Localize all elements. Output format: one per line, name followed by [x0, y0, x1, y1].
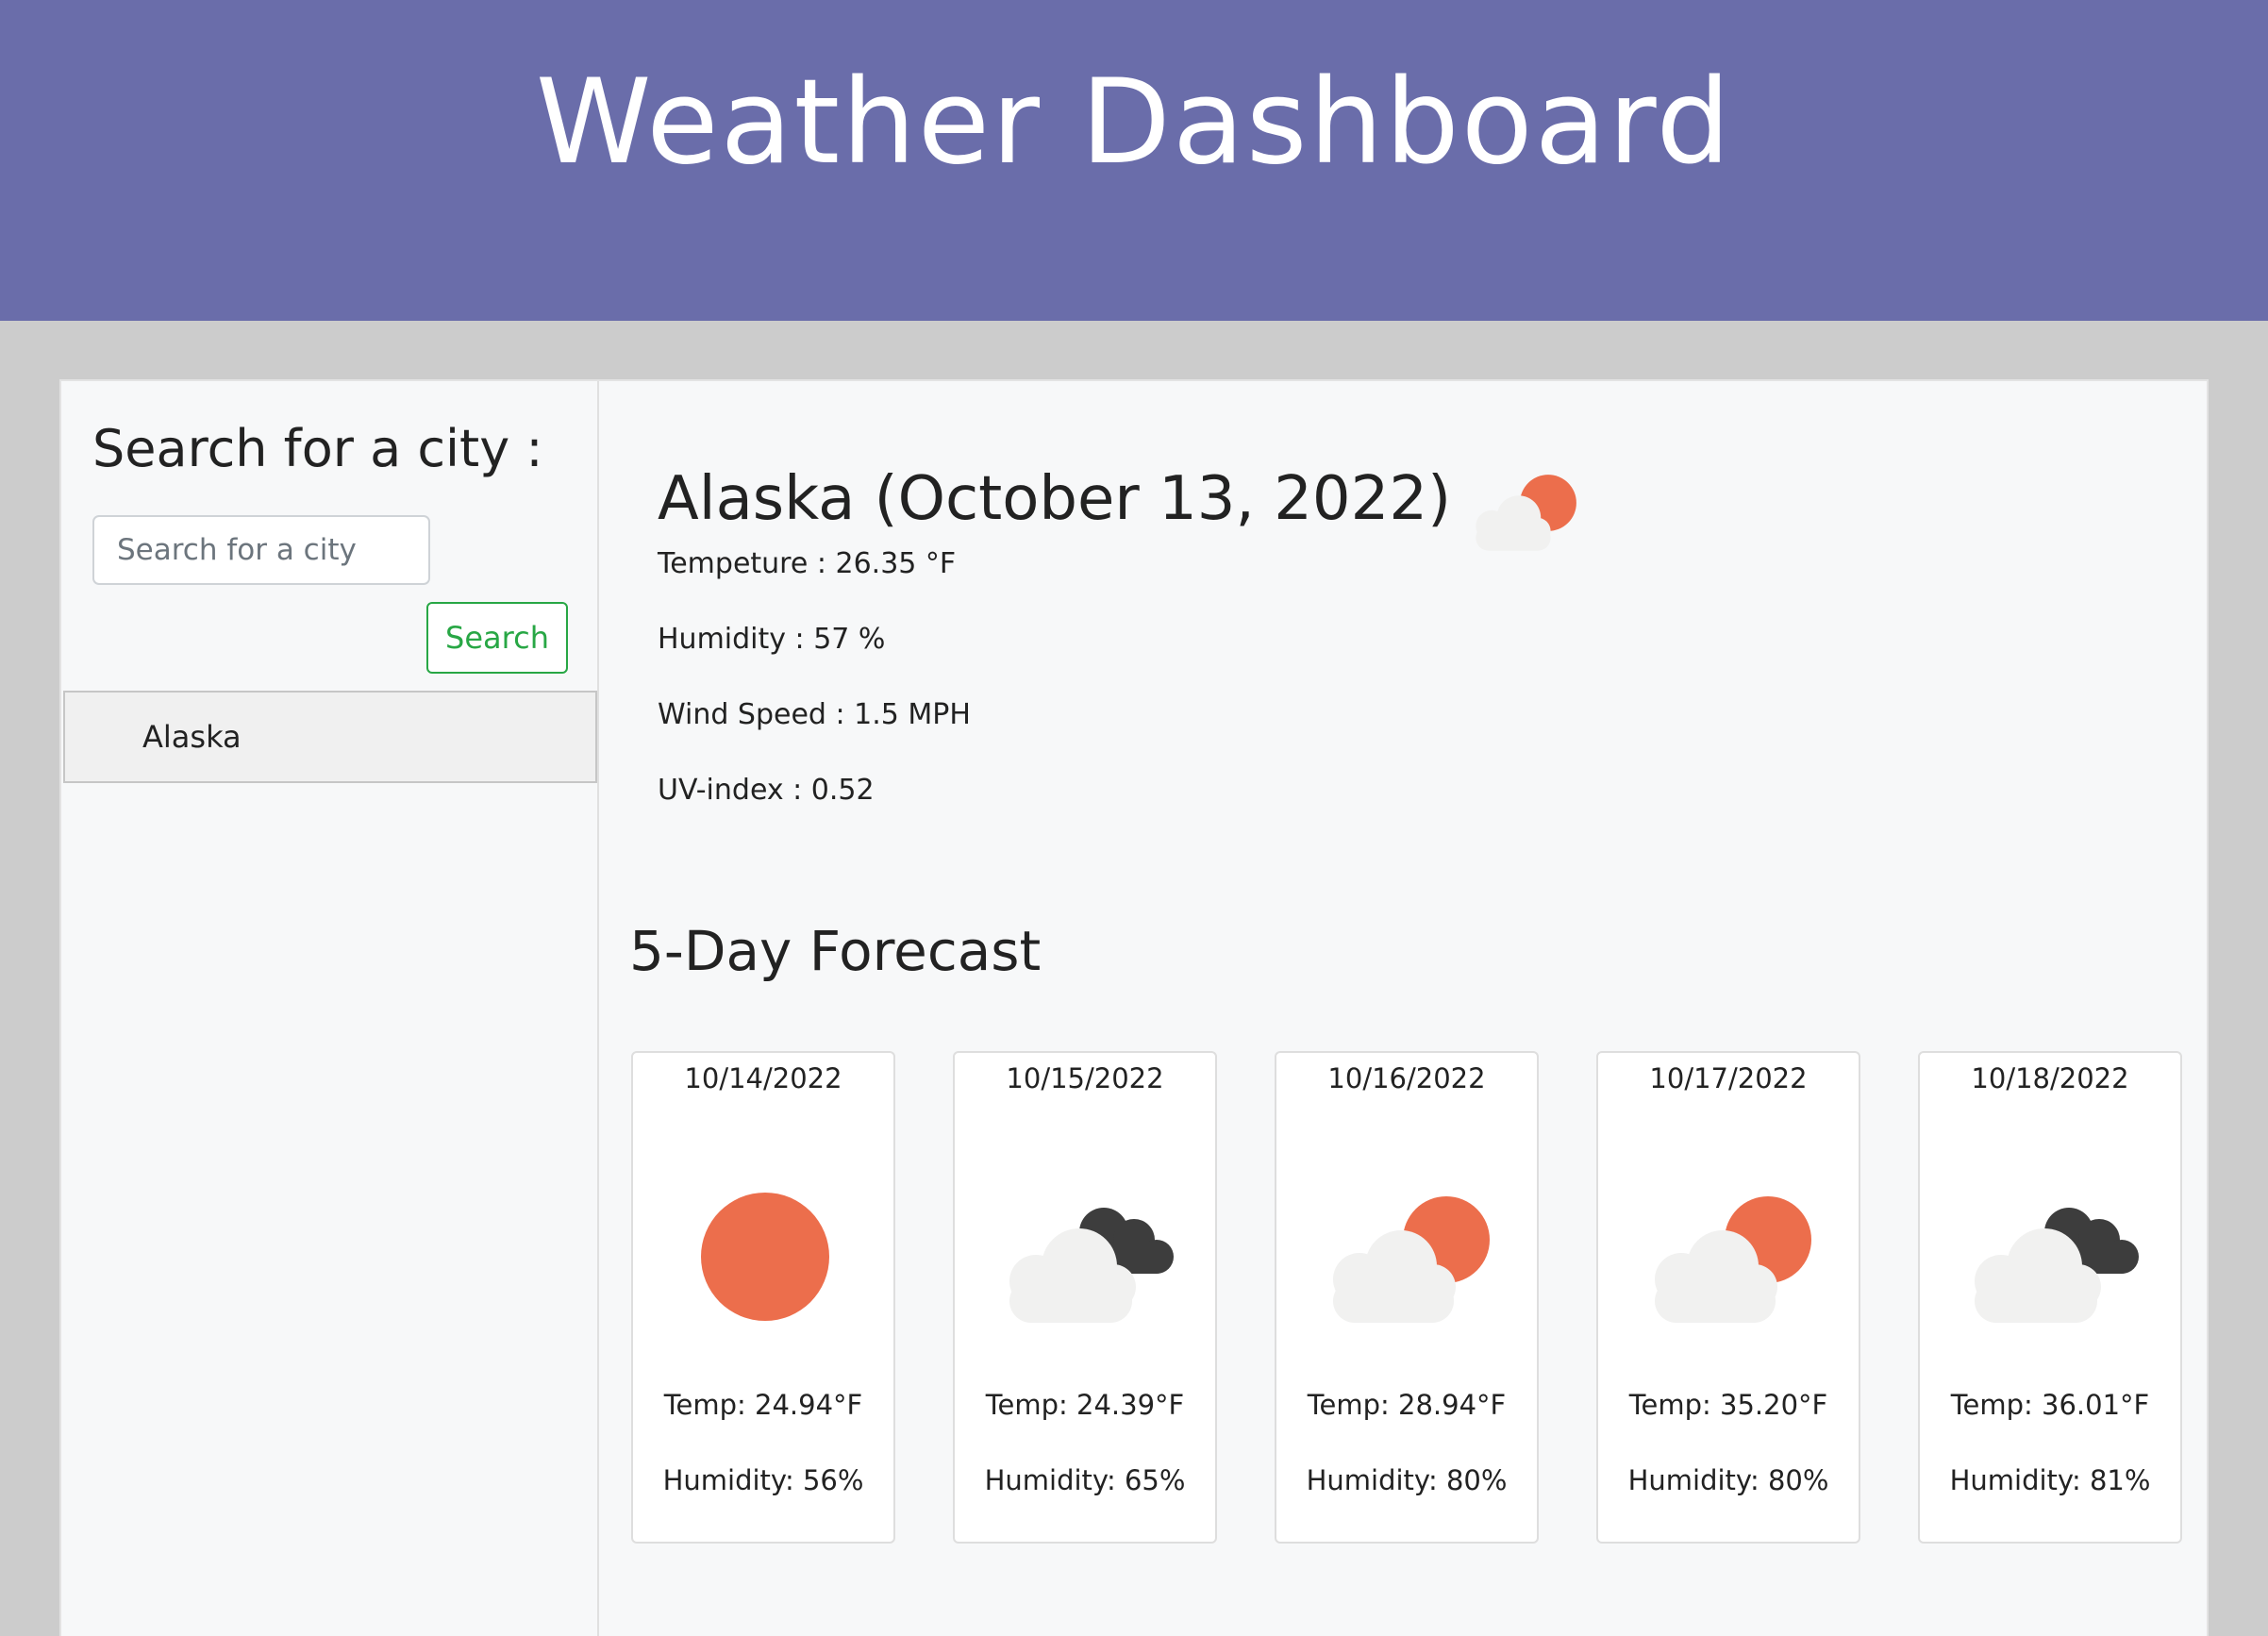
- forecast-date: 10/15/2022: [1006, 1062, 1164, 1094]
- forecast-humidity: Humidity: 65%: [984, 1464, 1186, 1496]
- forecast-card: 10/16/2022 Temp: 28.94°F Humidity: 80%: [1275, 1051, 1539, 1544]
- forecast-date: 10/18/2022: [1971, 1062, 2129, 1094]
- forecast-date: 10/14/2022: [684, 1062, 842, 1094]
- broken-clouds-icon: [1975, 1208, 2139, 1323]
- forecast-date: 10/17/2022: [1649, 1062, 1808, 1094]
- forecast-humidity: Humidity: 80%: [1627, 1464, 1829, 1496]
- forecast-card: 10/14/2022 Temp: 24.94°F Humidity: 56%: [631, 1051, 895, 1544]
- search-heading: Search for a city :: [92, 419, 543, 478]
- forecast-temp: Temp: 36.01°F: [1950, 1389, 2150, 1421]
- page-title: Weather Dashboard: [535, 55, 1733, 191]
- clear-sky-icon: [701, 1193, 829, 1321]
- history-item-alaska[interactable]: Alaska: [63, 691, 597, 783]
- forecast-card: 10/17/2022 Temp: 35.20°F Humidity: 80%: [1596, 1051, 1860, 1544]
- page-header: Weather Dashboard: [0, 0, 2268, 321]
- city-search-input[interactable]: [92, 515, 430, 585]
- current-city-title: Alaska (October 13, 2022): [658, 464, 1452, 534]
- broken-clouds-icon: [1009, 1208, 1174, 1323]
- current-humidity: Humidity : 57 %: [658, 623, 886, 656]
- forecast-date: 10/16/2022: [1327, 1062, 1486, 1094]
- few-clouds-day-icon: [1476, 475, 1576, 551]
- forecast-humidity: Humidity: 56%: [662, 1464, 864, 1496]
- few-clouds-day-icon: [1333, 1196, 1490, 1323]
- forecast-heading: 5-Day Forecast: [629, 919, 1042, 983]
- few-clouds-day-icon: [1655, 1196, 1811, 1323]
- forecast-temp: Temp: 24.39°F: [985, 1389, 1185, 1421]
- search-sidebar: Search for a city : Search Alaska: [61, 381, 599, 1636]
- current-temperature: Tempeture : 26.35 °F: [658, 547, 957, 580]
- forecast-temp: Temp: 35.20°F: [1628, 1389, 1828, 1421]
- forecast-temp: Temp: 24.94°F: [663, 1389, 863, 1421]
- forecast-humidity: Humidity: 81%: [1949, 1464, 2151, 1496]
- weather-main-panel: Alaska (October 13, 2022) Tempeture : 26…: [599, 381, 2209, 1636]
- dashboard-container: Search for a city : Search Alaska Alaska…: [59, 379, 2209, 1636]
- forecast-card: 10/18/2022 Temp: 36.01°F Humidity: 81%: [1918, 1051, 2182, 1544]
- forecast-card: 10/15/2022 Temp: 24.39°F Humidity: 65%: [953, 1051, 1217, 1544]
- search-button[interactable]: Search: [426, 602, 568, 674]
- forecast-temp: Temp: 28.94°F: [1307, 1389, 1507, 1421]
- current-uv-index: UV-index : 0.52: [658, 774, 875, 807]
- forecast-humidity: Humidity: 80%: [1306, 1464, 1508, 1496]
- current-wind-speed: Wind Speed : 1.5 MPH: [658, 698, 971, 731]
